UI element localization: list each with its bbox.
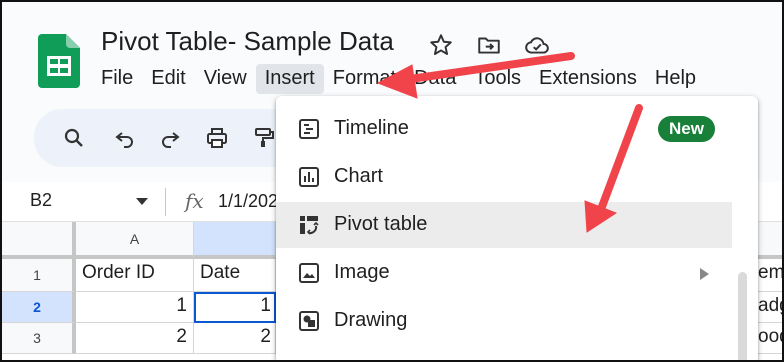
menu-item-drawing[interactable]: Drawing [276, 298, 732, 344]
menu-data[interactable]: Data [405, 64, 465, 94]
menu-item-chart[interactable]: Chart [276, 154, 732, 200]
print-icon[interactable] [205, 126, 229, 150]
cell-b1[interactable]: Date [194, 259, 276, 292]
submenu-arrow-icon [700, 268, 709, 280]
menu-item-label: Pivot table [334, 213, 428, 235]
new-badge: New [658, 116, 715, 142]
cell-partial-2[interactable]: adg [758, 292, 782, 323]
menu-item-label: Timeline [334, 117, 409, 139]
star-icon[interactable] [428, 32, 454, 58]
cell-partial-3[interactable]: ood [758, 323, 782, 354]
cell-a3[interactable]: 2 [76, 323, 194, 354]
row-header-1[interactable]: 1 [2, 259, 76, 292]
row-header-2[interactable]: 2 [2, 292, 76, 323]
menubar: File Edit View Insert Format Data Tools … [92, 64, 705, 94]
drawing-icon [299, 311, 319, 331]
menu-extensions[interactable]: Extensions [530, 64, 646, 94]
cell-a2[interactable]: 1 [76, 292, 194, 323]
cell-a1[interactable]: Order ID [76, 259, 194, 292]
move-to-folder-icon[interactable] [476, 32, 502, 58]
menu-item-label: Chart [334, 165, 383, 187]
menu-item-image[interactable]: Image [276, 250, 732, 296]
function-icon: fx [185, 189, 204, 213]
menu-help[interactable]: Help [646, 64, 705, 94]
image-icon [299, 263, 319, 283]
undo-icon[interactable] [113, 126, 137, 150]
scrollbar[interactable] [738, 272, 747, 360]
chevron-down-icon[interactable] [136, 198, 148, 205]
redo-icon[interactable] [158, 126, 182, 150]
formula-input[interactable]: 1/1/202 [218, 191, 278, 212]
menu-item-label: Drawing [334, 309, 408, 331]
column-header-a[interactable]: A [76, 222, 194, 259]
row-header-3[interactable]: 3 [2, 323, 76, 354]
chart-icon [299, 167, 319, 187]
cell-b3[interactable]: 2 [194, 323, 276, 354]
menu-insert[interactable]: Insert [255, 64, 324, 94]
pivot-table-icon [300, 216, 319, 235]
app-window: Pivot Table- Sample Data File Edit View … [0, 0, 784, 362]
cloud-saved-icon[interactable] [524, 32, 550, 58]
divider [165, 188, 166, 216]
menu-item-label: Image [334, 261, 390, 283]
cell-partial-1[interactable]: em [758, 259, 782, 292]
menu-file[interactable]: File [92, 64, 142, 94]
document-title[interactable]: Pivot Table- Sample Data [101, 26, 394, 57]
timeline-icon [299, 119, 319, 139]
menu-tools[interactable]: Tools [465, 64, 530, 94]
column-header-b[interactable] [194, 222, 276, 259]
selected-cell-outline [194, 292, 276, 323]
select-all-corner[interactable] [2, 222, 76, 259]
menu-view[interactable]: View [195, 64, 256, 94]
sheets-logo-icon[interactable] [38, 34, 80, 88]
menu-edit[interactable]: Edit [142, 64, 194, 94]
search-icon[interactable] [62, 126, 86, 150]
name-box[interactable]: B2 [30, 190, 52, 211]
paint-format-icon[interactable] [252, 126, 276, 150]
menu-format[interactable]: Format [324, 64, 405, 94]
menu-item-timeline[interactable]: Timeline New [276, 106, 732, 152]
menu-item-pivot-table[interactable]: Pivot table [276, 202, 732, 248]
insert-menu-dropdown: Timeline New Chart Pivot table Image Dra… [276, 96, 758, 360]
column-header-partial[interactable] [758, 222, 782, 259]
